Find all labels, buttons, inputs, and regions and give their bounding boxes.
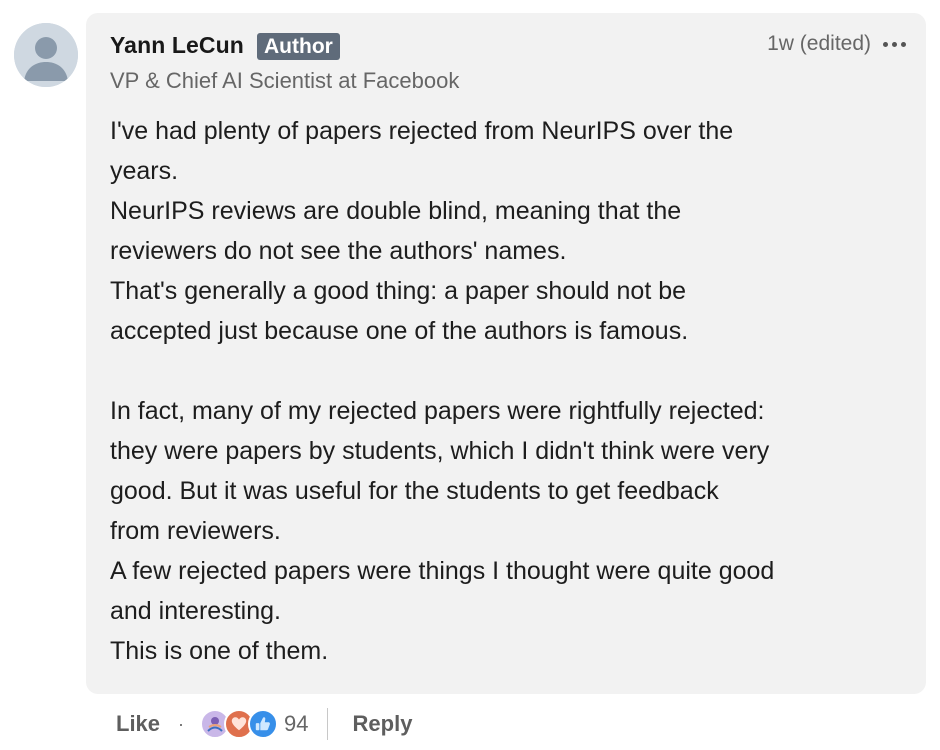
like-reaction-icon (248, 709, 279, 739)
comment-actions: Like · 94 Reply (116, 704, 412, 744)
comment-line: years. (110, 157, 179, 185)
author-badge: Author (257, 33, 340, 60)
reaction-count: 94 (284, 711, 309, 736)
comment-line: reviewers do not see the authors' names. (110, 237, 567, 265)
comment-meta: 1w (edited) (767, 32, 908, 56)
author-headline: VP & Chief AI Scientist at Facebook (110, 68, 460, 93)
reply-button[interactable]: Reply (353, 711, 413, 737)
comment-line: they were papers by students, which I di… (110, 437, 770, 465)
comment-blank-line (110, 351, 910, 391)
comment-text: I've had plenty of papers rejected from … (110, 111, 910, 671)
comment-line: That's generally a good thing: a paper s… (110, 277, 687, 305)
comment-line: and interesting. (110, 597, 281, 625)
timestamp: 1w (edited) (767, 32, 871, 56)
comment-line: I've had plenty of papers rejected from … (110, 117, 734, 145)
divider (326, 708, 328, 740)
dot-separator: · (178, 713, 185, 734)
more-horizontal-icon[interactable] (881, 38, 908, 51)
comment-line: A few rejected papers were things I thou… (110, 557, 775, 585)
person-placeholder-icon (14, 23, 78, 87)
comment-line: This is one of them. (110, 637, 329, 665)
comment-line: NeurIPS reviews are double blind, meanin… (110, 197, 682, 225)
comment-line: good. But it was useful for the students… (110, 477, 719, 505)
author-name[interactable]: Yann LeCun (110, 32, 244, 59)
comment-line: from reviewers. (110, 517, 281, 545)
reactions-summary[interactable]: 94 (200, 709, 309, 739)
time-ago: 1w (767, 32, 794, 55)
avatar[interactable] (14, 23, 78, 87)
like-button[interactable]: Like (116, 711, 160, 737)
comment-bubble: Yann LeCun Author VP & Chief AI Scientis… (86, 13, 926, 694)
comment-line: In fact, many of my rejected papers were… (110, 397, 765, 425)
edited-label: (edited) (799, 32, 871, 55)
comment-line: accepted just because one of the authors… (110, 317, 689, 345)
